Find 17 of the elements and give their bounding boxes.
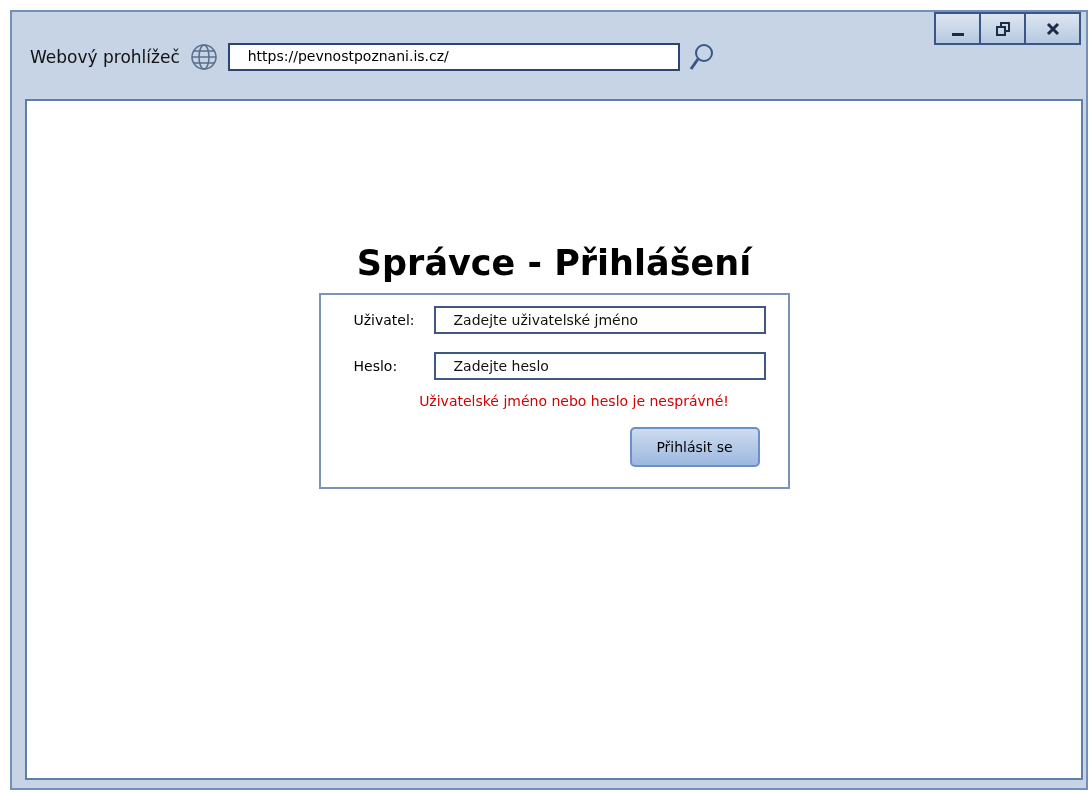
close-icon bbox=[1044, 20, 1061, 37]
minimize-button[interactable] bbox=[934, 12, 981, 45]
input-field[interactable]: Zadejte uživatelské jméno bbox=[433, 306, 766, 334]
globe-icon bbox=[189, 43, 218, 71]
login-button[interactable]: Přihlásit se bbox=[629, 427, 760, 467]
field-label: Heslo: bbox=[353, 358, 399, 374]
restore-button[interactable] bbox=[979, 12, 1026, 45]
login-heading: Správce - Přihlášení bbox=[356, 243, 752, 283]
search-icon[interactable] bbox=[687, 42, 716, 72]
minimize-icon bbox=[951, 33, 964, 36]
field-label: Uživatel: bbox=[353, 312, 416, 328]
window-title: Webový prohlížeč bbox=[30, 47, 180, 67]
restore-icon bbox=[994, 20, 1011, 37]
address-field[interactable]: https://pevnostpoznani.is.cz/ bbox=[227, 43, 680, 71]
input-field[interactable]: Zadejte heslo bbox=[433, 352, 766, 380]
error-message: Uživatelské jméno nebo heslo je nesprávné! bbox=[418, 393, 730, 409]
close-button[interactable] bbox=[1024, 12, 1081, 45]
